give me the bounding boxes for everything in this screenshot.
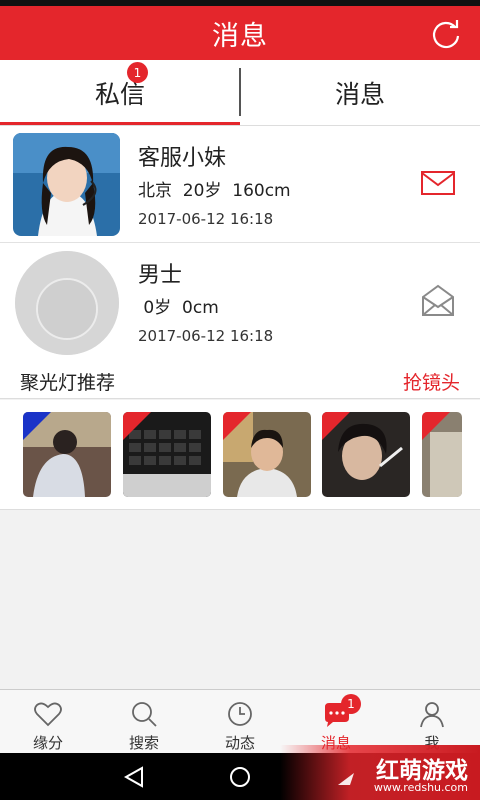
spotlight-thumb[interactable] [322, 412, 410, 497]
default-avatar [15, 251, 119, 355]
tab-messages[interactable]: 消息 [240, 60, 480, 125]
search-icon [132, 702, 157, 727]
watermark-title: 红萌游戏 [376, 758, 468, 784]
tab-label: 缘分 [32, 734, 63, 752]
back-icon[interactable] [122, 765, 146, 789]
message-time: 2017-06-12 16:18 [138, 327, 274, 345]
clock-icon [228, 702, 252, 726]
contact-details: 0岁 0cm [138, 298, 219, 318]
spotlight-thumb[interactable] [23, 412, 111, 497]
tab-private-messages[interactable]: 私信 1 [0, 60, 240, 125]
contact-name: 男士 [138, 263, 183, 288]
contact-name: 客服小妹 [138, 146, 227, 171]
watermark-url: www.redshu.com [373, 781, 468, 794]
mail-open-gray-icon[interactable] [420, 283, 456, 317]
message-tabs: 私信 1 消息 [0, 60, 480, 126]
spotlight-thumb[interactable] [422, 412, 462, 497]
heart-icon [34, 702, 62, 727]
page-title: 消息 [212, 20, 268, 52]
tab-label: 搜索 [128, 734, 159, 752]
watermark: 红萌游戏 www.redshu.com [280, 745, 480, 800]
tab-divider [239, 68, 241, 116]
spotlight-thumb[interactable] [123, 412, 211, 497]
person-icon [420, 702, 444, 728]
avatar [13, 133, 120, 236]
unread-badge: 1 [341, 694, 361, 714]
mail-red-icon[interactable] [420, 168, 456, 198]
app-header: 消息 [0, 6, 480, 60]
home-icon[interactable] [228, 765, 252, 789]
unread-badge: 1 [127, 62, 148, 83]
message-time: 2017-06-12 16:18 [138, 210, 274, 228]
spotlight-title: 聚光灯推荐 [20, 372, 116, 394]
bottom-tab-bar: 缘分 搜索 动态 消息 1 我 [0, 689, 480, 753]
grab-spotlight-link[interactable]: 抢镜头 [403, 368, 460, 395]
contact-details: 北京 20岁 160cm [138, 181, 291, 201]
tab-fate[interactable]: 缘分 [0, 690, 96, 753]
tab-label: 消息 [334, 79, 385, 109]
tab-me[interactable]: 我 [384, 690, 480, 753]
spotlight-header: 聚光灯推荐 抢镜头 [0, 359, 480, 399]
tab-messages-nav[interactable]: 消息 1 [288, 690, 384, 753]
conversation-row[interactable]: 客服小妹 北京 20岁 160cm 2017-06-12 16:18 [0, 126, 480, 243]
tab-search[interactable]: 搜索 [96, 690, 192, 753]
spotlight-strip[interactable] [0, 400, 480, 510]
refresh-icon[interactable] [430, 18, 462, 50]
spotlight-thumb[interactable] [223, 412, 311, 497]
tab-activity[interactable]: 动态 [192, 690, 288, 753]
tab-label: 动态 [224, 734, 255, 752]
conversation-list: 客服小妹 北京 20岁 160cm 2017-06-12 16:18 男士 0岁… [0, 126, 480, 360]
conversation-row[interactable]: 男士 0岁 0cm 2017-06-12 16:18 [0, 243, 480, 360]
